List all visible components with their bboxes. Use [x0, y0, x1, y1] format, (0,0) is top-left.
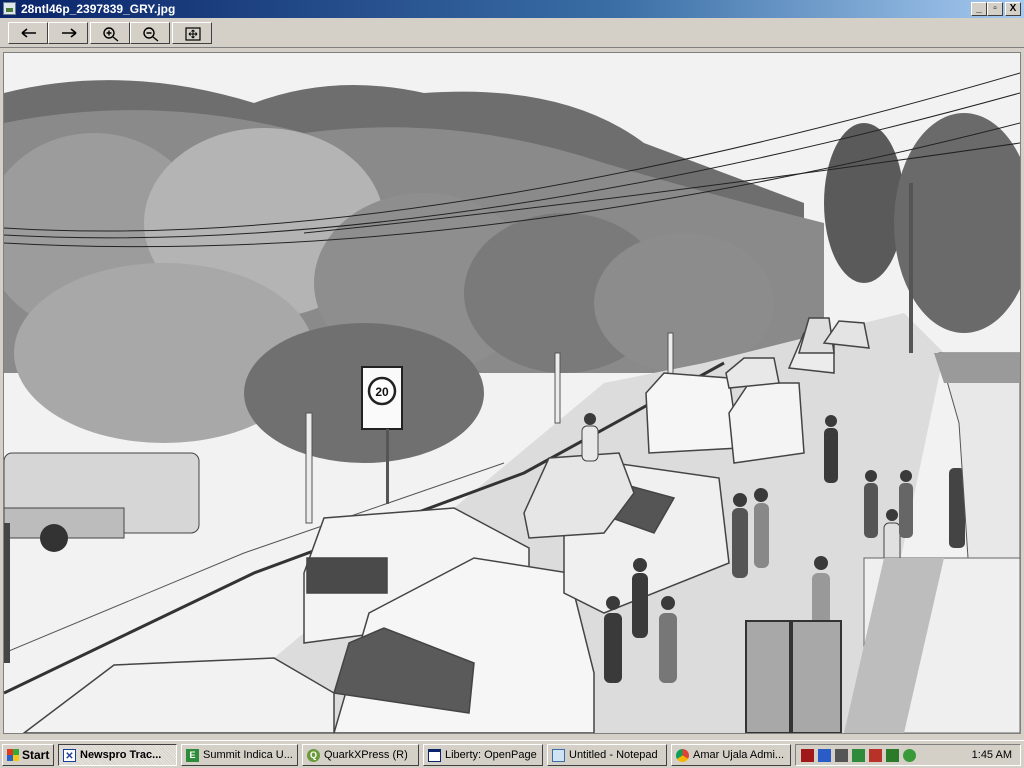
update-icon[interactable]: [903, 749, 916, 762]
taskbar: Start ✕ Newspro Trac... E Summit Indica …: [0, 740, 1024, 768]
window-title: 28ntl46p_2397839_GRY.jpg: [21, 2, 176, 16]
task-summit[interactable]: E Summit Indica U...: [181, 744, 298, 766]
fit-to-window-icon: [185, 27, 201, 41]
fit-to-window-button[interactable]: [172, 22, 212, 44]
clock[interactable]: 1:45 AM: [972, 745, 1012, 765]
arrow-right-icon: [62, 28, 77, 38]
notepad-icon: [552, 749, 565, 762]
task-label: Liberty: OpenPage: [445, 749, 537, 761]
windows-logo-icon: [7, 749, 19, 761]
arrow-left-icon: [21, 28, 36, 38]
task-label: QuarkXPress (R): [324, 749, 408, 761]
restore-button[interactable]: ▫: [987, 2, 1003, 16]
window-titlebar[interactable]: 28ntl46p_2397839_GRY.jpg _ ▫ X: [0, 0, 1024, 18]
window-icon: [428, 749, 441, 762]
network-icon[interactable]: [818, 749, 831, 762]
image-file-icon: [3, 2, 16, 15]
task-liberty[interactable]: Liberty: OpenPage: [423, 744, 543, 766]
viewer-toolbar: [0, 18, 1024, 48]
minimize-button[interactable]: _: [971, 2, 987, 16]
task-label: Amar Ujala Admi...: [693, 749, 785, 761]
close-button[interactable]: X: [1005, 2, 1021, 16]
task-label: Summit Indica U...: [203, 749, 293, 761]
system-tray: 1:45 AM: [795, 744, 1021, 766]
vpn-icon[interactable]: [886, 749, 899, 762]
task-amar-ujala[interactable]: Amar Ujala Admi...: [671, 744, 791, 766]
task-quarkxpress[interactable]: Q QuarkXPress (R): [302, 744, 419, 766]
previous-button[interactable]: [8, 22, 48, 44]
volume-icon[interactable]: [835, 749, 848, 762]
zoom-out-button[interactable]: [130, 22, 170, 44]
zoom-out-icon: [143, 27, 159, 42]
start-button[interactable]: Start: [2, 744, 54, 766]
image-viewer[interactable]: 20: [3, 52, 1021, 734]
security-icon[interactable]: [869, 749, 882, 762]
shield-icon[interactable]: [852, 749, 865, 762]
next-button[interactable]: [48, 22, 88, 44]
task-notepad[interactable]: Untitled - Notepad: [547, 744, 667, 766]
start-label: Start: [22, 748, 50, 762]
newspro-icon: ✕: [63, 749, 76, 762]
zoom-in-button[interactable]: [90, 22, 130, 44]
street-photo: 20: [4, 53, 1020, 733]
task-label: Untitled - Notepad: [569, 749, 658, 761]
task-label: Newspro Trac...: [80, 749, 162, 761]
speed-limit-sign-text: 20: [375, 385, 389, 399]
tray-app-icon[interactable]: [801, 749, 814, 762]
chrome-icon: [676, 749, 689, 762]
quark-icon: Q: [307, 749, 320, 762]
task-newspro[interactable]: ✕ Newspro Trac...: [58, 744, 177, 766]
summit-icon: E: [186, 749, 199, 762]
zoom-in-icon: [103, 27, 119, 42]
